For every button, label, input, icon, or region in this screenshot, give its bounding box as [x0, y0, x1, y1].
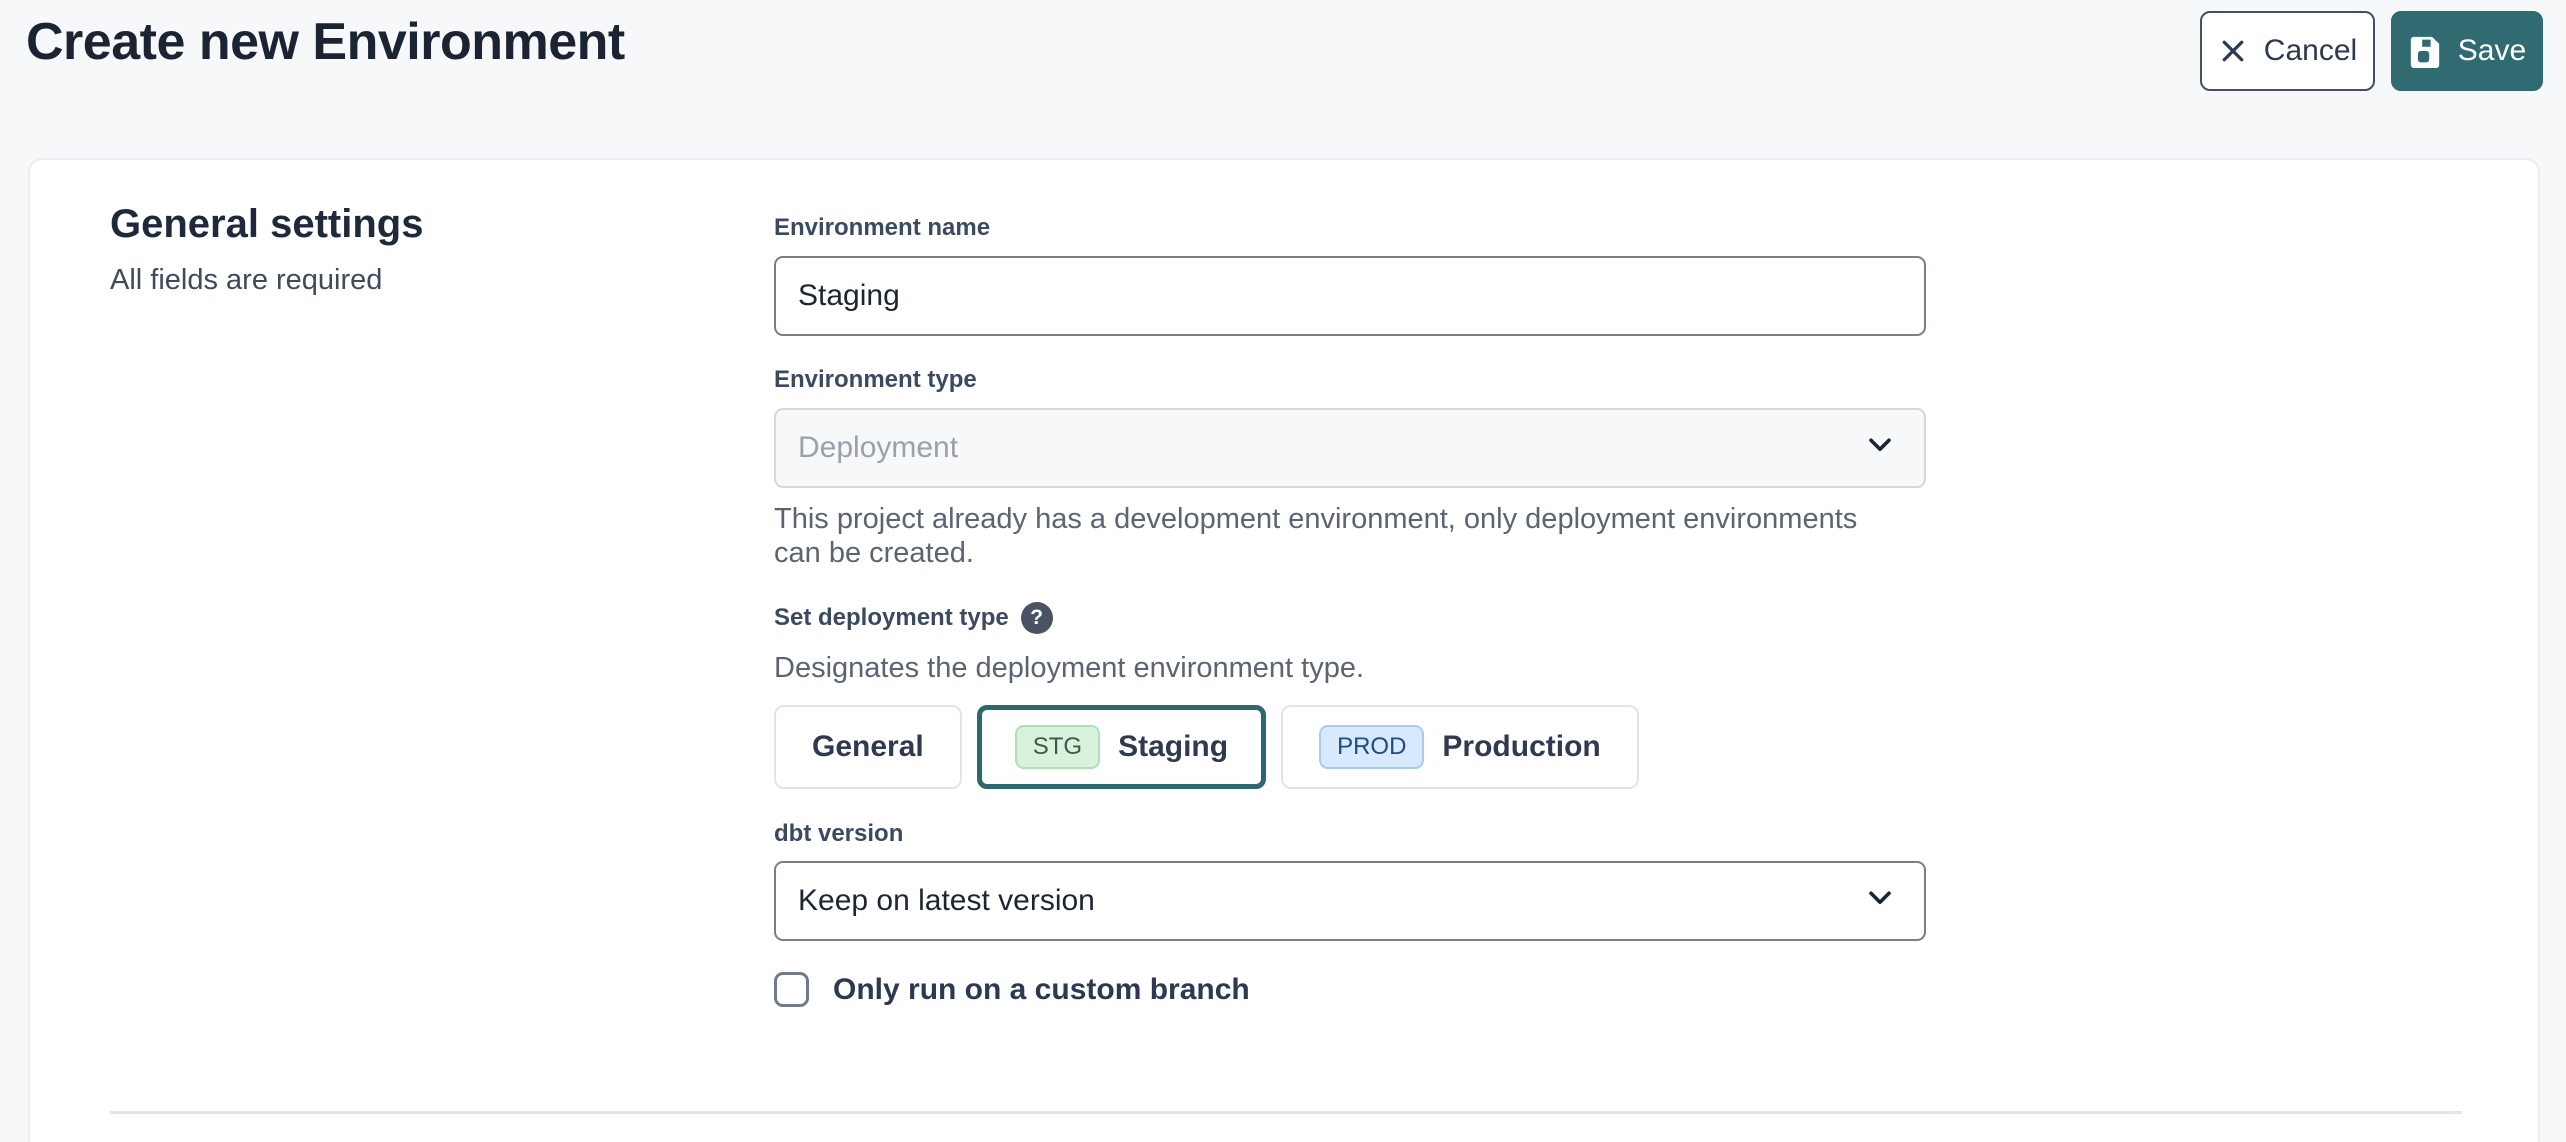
- save-button-label: Save: [2458, 34, 2526, 68]
- dbt-version-label: dbt version: [774, 820, 903, 848]
- section-divider: [110, 1111, 2462, 1114]
- option-production-label: Production: [1442, 730, 1600, 764]
- deployment-type-label: Set deployment type: [774, 604, 1009, 632]
- chevron-down-icon: [1862, 879, 1898, 923]
- environment-type-value: Deployment: [798, 431, 958, 465]
- environment-name-label: Environment name: [774, 214, 990, 242]
- deployment-type-option-general[interactable]: General: [774, 705, 962, 789]
- help-icon[interactable]: ?: [1021, 602, 1053, 634]
- production-badge: PROD: [1319, 725, 1424, 769]
- save-button[interactable]: Save: [2391, 11, 2543, 91]
- deployment-type-option-staging[interactable]: STG Staging: [977, 705, 1266, 789]
- close-icon: [2218, 36, 2248, 66]
- dbt-version-select[interactable]: Keep on latest version: [774, 861, 1926, 941]
- custom-branch-label: Only run on a custom branch: [833, 973, 1250, 1007]
- general-settings-card: General settings All fields are required…: [28, 158, 2540, 1142]
- create-environment-page: Create new Environment Cancel Save Gener…: [0, 0, 2566, 1142]
- custom-branch-checkbox[interactable]: [774, 972, 809, 1007]
- environment-type-label: Environment type: [774, 366, 977, 394]
- deployment-type-option-production[interactable]: PROD Production: [1281, 705, 1639, 789]
- deployment-type-description: Designates the deployment environment ty…: [774, 652, 1364, 685]
- custom-branch-row[interactable]: Only run on a custom branch: [774, 972, 1250, 1007]
- section-subtitle: All fields are required: [110, 264, 382, 297]
- option-general-label: General: [812, 730, 924, 764]
- staging-badge: STG: [1015, 725, 1100, 769]
- deployment-type-options: General STG Staging PROD Production: [774, 705, 1639, 789]
- cancel-button[interactable]: Cancel: [2200, 11, 2375, 91]
- environment-type-helper: This project already has a development e…: [774, 502, 1874, 570]
- save-icon: [2408, 34, 2442, 68]
- cancel-button-label: Cancel: [2264, 34, 2357, 68]
- environment-name-input[interactable]: [774, 256, 1926, 336]
- environment-type-select[interactable]: Deployment: [774, 408, 1926, 488]
- section-title: General settings: [110, 202, 423, 247]
- option-staging-label: Staging: [1118, 730, 1228, 764]
- page-title: Create new Environment: [26, 12, 625, 72]
- chevron-down-icon: [1862, 426, 1898, 470]
- deployment-type-label-row: Set deployment type ?: [774, 602, 1053, 634]
- dbt-version-value: Keep on latest version: [798, 884, 1095, 918]
